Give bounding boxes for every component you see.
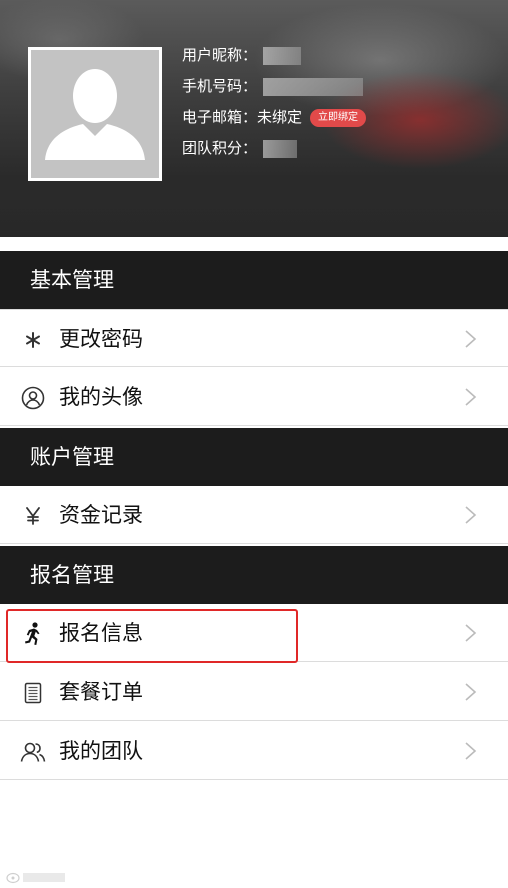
- menu-item-fund-records[interactable]: 资金记录: [0, 486, 508, 544]
- avatar[interactable]: [28, 47, 162, 181]
- section-basic-management: 基本管理: [0, 251, 508, 309]
- bind-email-button[interactable]: 立即绑定: [310, 108, 367, 127]
- default-avatar-icon: [31, 50, 159, 178]
- points-blurred: [263, 139, 298, 158]
- chevron-right-icon: [465, 388, 477, 406]
- nickname-row: 用户昵称：: [182, 40, 366, 71]
- chevron-right-icon: [465, 330, 477, 348]
- nickname-label: 用户昵称：: [182, 46, 258, 64]
- menu-item-label: 更改密码: [59, 327, 143, 351]
- email-row: 电子邮箱： 未绑定 立即绑定: [182, 102, 367, 133]
- menu-item-my-avatar[interactable]: 我的头像: [0, 368, 508, 426]
- menu-item-label: 套餐订单: [59, 680, 143, 704]
- watermark-logo: [6, 870, 68, 887]
- menu-item-my-team[interactable]: 我的团队: [0, 722, 508, 780]
- profile-info: 用户昵称： 手机号码： 电子邮箱： 未绑定 立即绑定 团队积分：: [182, 40, 367, 164]
- menu-item-label: 报名信息: [59, 621, 143, 645]
- phone-blurred: [263, 77, 364, 96]
- document-icon: [20, 680, 46, 706]
- chevron-right-icon: [465, 683, 477, 701]
- runner-icon: [20, 621, 46, 647]
- asterisk-icon: [20, 327, 46, 353]
- menu-item-package-orders[interactable]: 套餐订单: [0, 663, 508, 721]
- email-value: 未绑定: [257, 108, 303, 126]
- points-row: 团队积分：: [182, 133, 366, 164]
- menu-item-label: 我的头像: [59, 385, 143, 409]
- profile-header: 用户昵称： 手机号码： 电子邮箱： 未绑定 立即绑定 团队积分：: [0, 0, 508, 237]
- user-circle-icon: [20, 385, 46, 411]
- section-account-management: 账户管理: [0, 428, 508, 486]
- chevron-right-icon: [465, 624, 477, 642]
- menu-item-registration-info[interactable]: 报名信息: [0, 604, 508, 662]
- yen-icon: [20, 503, 46, 529]
- section-registration-management: 报名管理: [0, 546, 508, 604]
- team-icon: [20, 739, 46, 765]
- chevron-right-icon: [465, 506, 477, 524]
- chevron-right-icon: [465, 742, 477, 760]
- menu-item-label: 我的团队: [59, 739, 143, 763]
- menu-item-label: 资金记录: [59, 503, 143, 527]
- menu-item-change-password[interactable]: 更改密码: [0, 309, 508, 367]
- email-label: 电子邮箱：: [182, 108, 258, 126]
- phone-row: 手机号码：: [182, 71, 366, 102]
- points-label: 团队积分：: [182, 139, 258, 157]
- nickname-blurred: [263, 46, 302, 65]
- phone-label: 手机号码：: [182, 77, 258, 95]
